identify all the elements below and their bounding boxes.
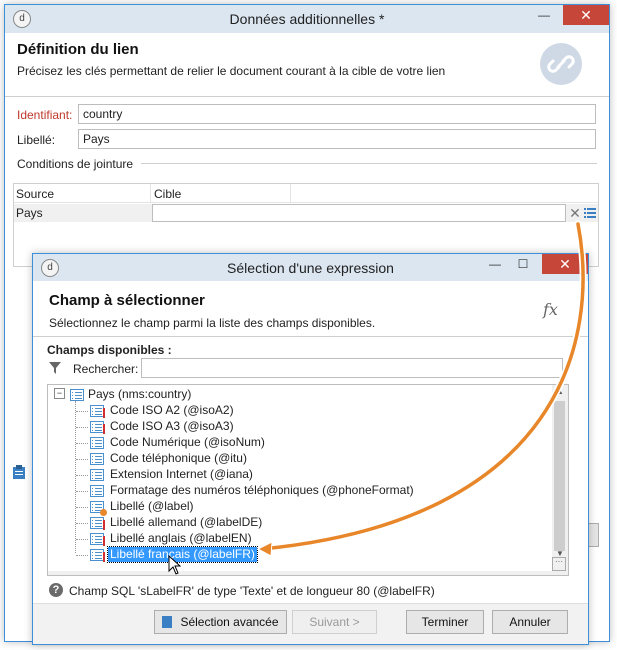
advanced-selection-button[interactable]: Sélection avancée: [154, 610, 287, 634]
tree-line: [75, 401, 76, 553]
field-icon: [90, 517, 104, 529]
search-input[interactable]: [141, 358, 563, 378]
computed-field-icon: [90, 501, 107, 516]
more-icon[interactable]: ···: [552, 557, 566, 571]
tree-item-label: Code téléphonique (@itu): [110, 451, 247, 465]
scroll-up-arrow[interactable]: ▲: [552, 387, 568, 396]
next-button[interactable]: Suivant >: [292, 610, 377, 634]
col-target-header: Cible: [154, 187, 182, 201]
fields-tree[interactable]: − Pays (nms:country) Code ISO A2 (@isoA2…: [47, 384, 569, 576]
table-icon: [70, 389, 84, 401]
tree-item-label: Libellé français (@labelFR): [107, 546, 258, 563]
tree-branch-line: [76, 427, 88, 428]
mandatory-mark-icon: [103, 408, 105, 418]
mandatory-mark-icon: [103, 552, 105, 562]
field-status-text: Champ SQL 'sLabelFR' de type 'Texte' et …: [69, 584, 435, 598]
inner-maximize-button[interactable]: ☐: [510, 254, 536, 274]
inner-header-subtitle: Sélectionnez le champ parmi la liste des…: [49, 316, 376, 330]
clear-icon[interactable]: ✕: [568, 204, 582, 222]
close-button[interactable]: ✕: [563, 5, 609, 25]
fx-icon: fx: [543, 300, 558, 319]
tree-root-label: Pays (nms:country): [88, 387, 192, 401]
clipboard-icon-svg: [13, 465, 25, 479]
link-icon-svg: [547, 55, 575, 73]
list-icon: [584, 208, 596, 218]
tree-branch-line: [76, 443, 88, 444]
header-separator: [5, 96, 609, 97]
search-label: Rechercher:: [73, 362, 139, 376]
expression-edit-icon[interactable]: [584, 207, 596, 219]
tree-branch-line: [76, 459, 88, 460]
tree-branch-line: [76, 491, 88, 492]
outer-header-subtitle: Précisez les clés permettant de relier l…: [17, 64, 446, 78]
tree-item-label: Formatage des numéros téléphoniques (@ph…: [110, 483, 414, 497]
field-icon: [90, 533, 104, 545]
mandatory-mark-icon: [103, 536, 105, 546]
join-row[interactable]: Pays ✕: [14, 204, 598, 222]
link-icon: [540, 43, 582, 85]
field-icon: [90, 549, 104, 561]
tree-item-label: Code Numérique (@isoNum): [110, 435, 265, 449]
tree-hscroll: [48, 571, 552, 575]
join-table-header: Source Cible: [14, 184, 598, 203]
inner-minimize-button[interactable]: —: [482, 254, 508, 274]
col-divider-2: [290, 184, 291, 202]
tree-collapse-toggle[interactable]: −: [54, 388, 65, 399]
orange-dot-icon: [100, 509, 107, 516]
col-source-header: Source: [16, 187, 55, 201]
tree-branch-line: [76, 539, 88, 540]
join-section-line: [141, 163, 597, 164]
join-section-title: Conditions de jointure: [17, 157, 134, 171]
tree-item-label: Libellé anglais (@labelEN): [110, 531, 252, 545]
cancel-button[interactable]: Annuler: [492, 610, 568, 634]
outer-titlebar: d Données additionnelles * — ✕: [5, 5, 609, 33]
tree-branch-line: [76, 523, 88, 524]
id-label: Identifiant:: [17, 108, 73, 122]
inner-header-separator: [33, 336, 588, 337]
field-icon: [90, 437, 104, 449]
tree-item-label: Libellé (@label): [110, 499, 194, 513]
outer-header-title: Définition du lien: [17, 41, 139, 58]
expression-dialog: d Sélection d'une expression — ☐ ✕ Champ…: [32, 253, 589, 645]
tree-item-label: Code ISO A3 (@isoA3): [110, 419, 234, 433]
tree-branch-line: [76, 411, 88, 412]
available-fields-label: Champs disponibles :: [47, 343, 172, 357]
clipboard-icon[interactable]: [13, 465, 25, 479]
field-icon: [90, 421, 104, 433]
tree-branch-line: [76, 507, 88, 508]
field-icon: [90, 485, 104, 497]
field-icon: [90, 405, 104, 417]
filter-icon: [49, 362, 61, 374]
outer-window-title: Données additionnelles *: [229, 11, 385, 27]
id-input[interactable]: country: [78, 104, 596, 124]
minimize-button[interactable]: —: [531, 5, 557, 25]
inner-close-button[interactable]: ✕: [542, 254, 588, 274]
mandatory-mark-icon: [103, 520, 105, 530]
tree-item-label: Code ISO A2 (@isoA2): [110, 403, 234, 417]
field-icon: [90, 453, 104, 465]
tree-item-label: Libellé allemand (@labelDE): [110, 515, 263, 529]
tree-item-label: Extension Internet (@iana): [110, 467, 253, 481]
scroll-thumb[interactable]: [554, 401, 565, 551]
finish-button[interactable]: Terminer: [406, 610, 484, 634]
tree-scrollbar[interactable]: ▲ ▼: [552, 385, 568, 575]
mouse-cursor: [168, 555, 182, 575]
inner-header-title: Champ à sélectionner: [49, 292, 205, 309]
row-source-cell: Pays: [16, 206, 43, 220]
label-input[interactable]: Pays: [78, 129, 596, 149]
field-icon: [90, 469, 104, 481]
inner-titlebar: d Sélection d'une expression — ☐ ✕: [33, 254, 588, 281]
filter-icon-svg: [49, 362, 61, 374]
row-target-input[interactable]: [152, 204, 566, 222]
advanced-selection-label: Sélection avancée: [180, 615, 279, 629]
help-icon: ?: [49, 583, 63, 597]
col-divider-1: [150, 184, 151, 202]
tree-branch-line: [76, 555, 88, 556]
clipboard-icon: [162, 616, 173, 628]
tree-branch-line: [76, 475, 88, 476]
mandatory-mark-icon: [103, 424, 105, 434]
label-label: Libellé:: [17, 133, 56, 147]
